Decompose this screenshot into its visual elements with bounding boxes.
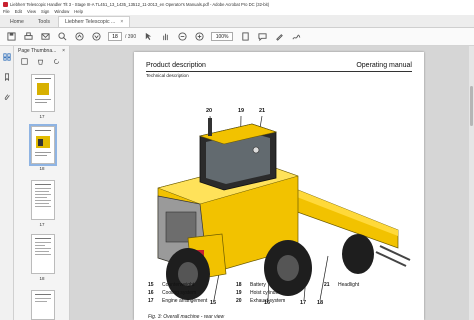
save-icon[interactable] <box>6 32 16 42</box>
panel-tools <box>14 56 69 66</box>
telehandler-figure: 20 19 21 15 16 17 18 <box>148 78 412 312</box>
legend-label: Headlight <box>338 282 360 288</box>
comment-icon[interactable] <box>257 32 267 42</box>
page-thumbnail[interactable] <box>31 74 55 112</box>
vertical-scrollbar[interactable] <box>469 46 474 320</box>
panel-title: Page Thumbna... <box>18 48 57 54</box>
select-cursor-icon[interactable] <box>143 32 153 42</box>
menu-edit[interactable]: Edit <box>15 9 22 14</box>
panel-close-icon[interactable]: × <box>62 48 65 54</box>
rotate-page-icon[interactable] <box>51 56 61 66</box>
pdf-page: Product description Operating manual Tec… <box>134 52 424 320</box>
window-titlebar: Liebherr Telescopic Handler Tlt 3 - Stag… <box>0 0 474 8</box>
page-thumbnail[interactable] <box>31 290 55 320</box>
menu-view[interactable]: View <box>27 9 36 14</box>
delete-page-icon[interactable] <box>35 56 45 66</box>
sign-icon[interactable] <box>291 32 301 42</box>
prev-page-icon[interactable] <box>74 32 84 42</box>
highlight-pen-icon[interactable] <box>274 32 284 42</box>
legend-num: 15 <box>148 282 154 288</box>
header-rule <box>146 71 412 72</box>
legend-num: 19 <box>236 290 242 296</box>
legend-label: Hoist cylinder <box>250 290 281 296</box>
toolbar: / 390 100% <box>0 28 474 46</box>
thumbnail-page-number: 17 <box>39 222 45 227</box>
legend-label: Exhaust system <box>250 298 286 304</box>
tab-home[interactable]: Home <box>4 16 30 27</box>
page-thumbnail-selected[interactable] <box>29 124 57 166</box>
zoom-level-select[interactable]: 100% <box>211 32 234 41</box>
page-thumbnail[interactable] <box>31 180 55 220</box>
print-icon[interactable] <box>23 32 33 42</box>
document-viewport[interactable]: Product description Operating manual Tec… <box>70 46 474 320</box>
page-header-right: Operating manual <box>356 62 412 69</box>
thumbnail-page-number: 18 <box>39 166 45 171</box>
legend-label: Engine arrangement <box>162 298 208 304</box>
window-title: Liebherr Telescopic Handler Tlt 3 - Stag… <box>10 1 270 7</box>
thumbnail-page-number: 18 <box>39 276 45 281</box>
navigation-rail <box>0 46 14 320</box>
current-page-input[interactable] <box>108 32 122 41</box>
legend-label: Cooling system <box>162 290 197 296</box>
total-pages: / 390 <box>125 33 137 40</box>
figure-legend: 15 Counterweight 16 Cooling system 17 En… <box>148 282 438 320</box>
page-navigator: / 390 <box>108 32 136 41</box>
tab-tools[interactable]: Tools <box>32 16 56 27</box>
callout-21: 21 <box>259 108 266 114</box>
page-thumbnails-panel: Page Thumbna... × 17 18 17 18 <box>14 46 70 320</box>
tab-close-icon[interactable]: × <box>120 19 123 25</box>
tab-home-label: Home <box>10 18 24 25</box>
scrollbar-thumb[interactable] <box>470 86 473 126</box>
email-icon[interactable] <box>40 32 50 42</box>
page-header-left: Product description <box>146 62 206 69</box>
tab-bar: Home Tools Liebherr Telescopic ... × <box>0 15 474 28</box>
fit-page-icon[interactable] <box>240 32 250 42</box>
menu-sign[interactable]: Sign <box>41 9 49 14</box>
legend-label: Battery <box>250 282 266 288</box>
telehandler-illustration <box>157 115 411 301</box>
callout-19: 19 <box>238 108 245 114</box>
panel-header: Page Thumbna... × <box>14 46 69 56</box>
menu-help[interactable]: Help <box>74 9 83 14</box>
next-page-icon[interactable] <box>91 32 101 42</box>
page-thumbnail[interactable] <box>31 234 55 274</box>
legend-num: 20 <box>236 298 242 304</box>
tab-tools-label: Tools <box>37 18 50 25</box>
zoom-out-icon[interactable] <box>177 32 187 42</box>
bookmarks-icon[interactable] <box>2 72 12 82</box>
callout-20: 20 <box>206 108 213 114</box>
legend-num: 16 <box>148 290 154 296</box>
menu-file[interactable]: File <box>3 9 10 14</box>
thumbnail-page-number: 17 <box>39 114 45 119</box>
legend-num: 21 <box>324 282 330 288</box>
legend-num: 17 <box>148 298 154 304</box>
legend-label: Counterweight <box>162 282 195 288</box>
hand-tool-icon[interactable] <box>160 32 170 42</box>
legend-num: 18 <box>236 282 242 288</box>
menu-bar: File Edit View Sign Window Help <box>0 8 474 15</box>
zoom-in-icon[interactable] <box>194 32 204 42</box>
menu-window[interactable]: Window <box>54 9 69 14</box>
tab-document-label: Liebherr Telescopic ... <box>64 19 116 25</box>
tab-document[interactable]: Liebherr Telescopic ... × <box>57 16 131 27</box>
thumb-options-icon[interactable] <box>19 56 29 66</box>
search-icon[interactable] <box>57 32 67 42</box>
acrobat-logo-icon <box>3 1 8 7</box>
attachments-icon[interactable] <box>2 92 12 102</box>
page-thumbnails-icon[interactable] <box>2 52 12 62</box>
